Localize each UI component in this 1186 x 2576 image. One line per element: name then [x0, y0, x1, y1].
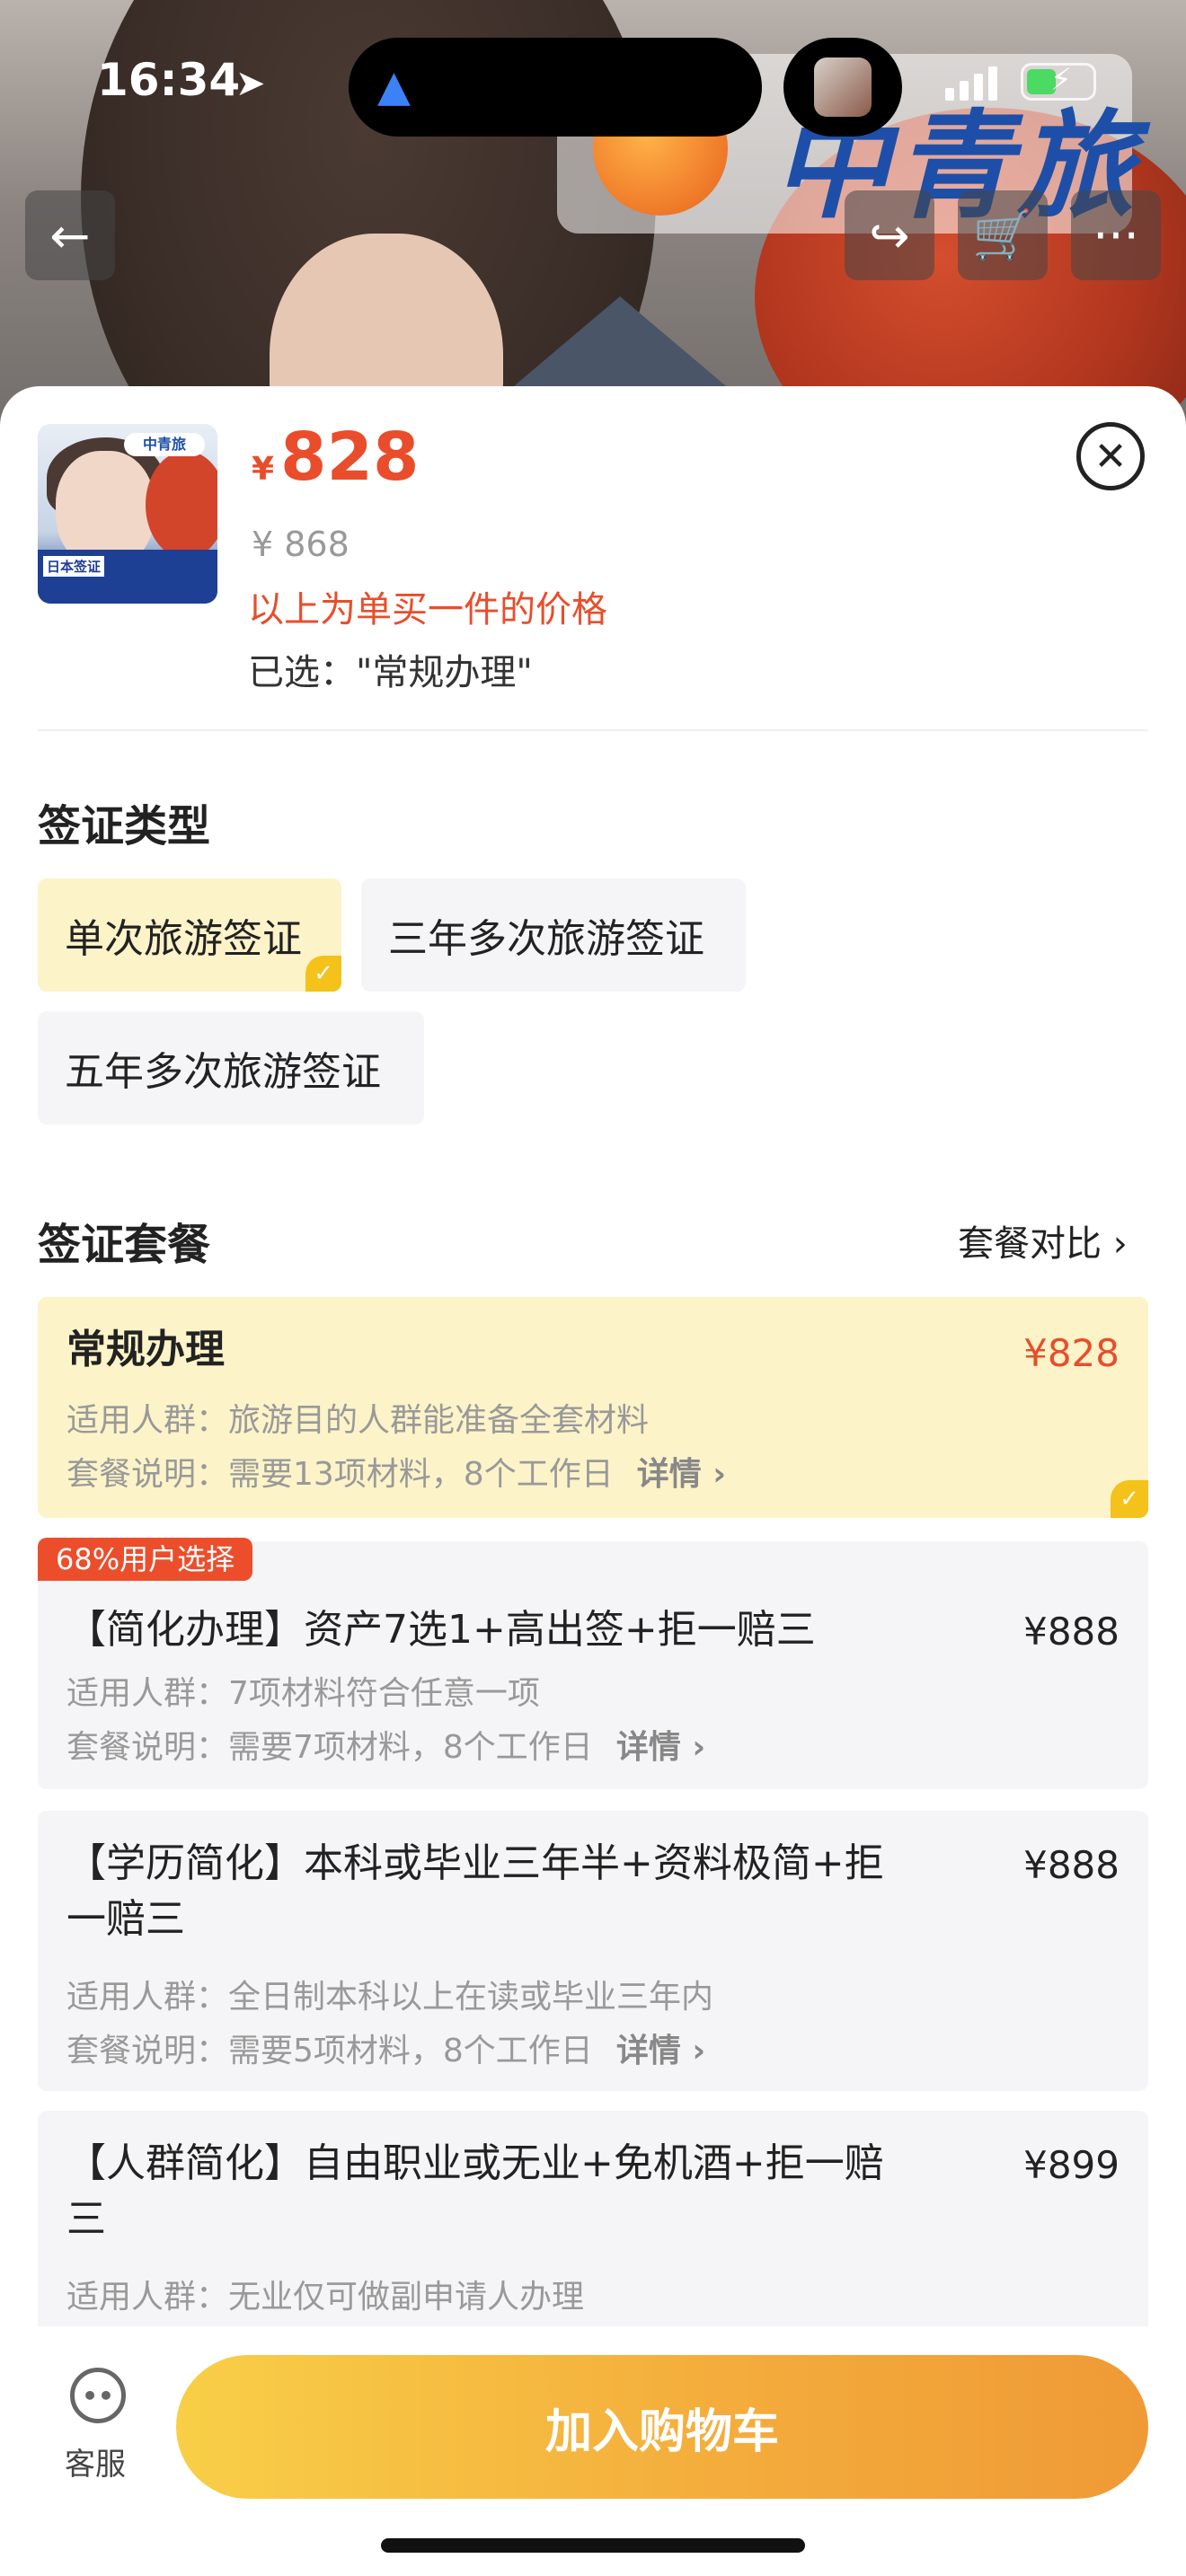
share-button[interactable]: ↪	[845, 190, 934, 280]
more-icon: ···	[1093, 207, 1139, 264]
package-compare-link[interactable]: 套餐对比 ›	[958, 1214, 1128, 1266]
back-arrow-icon: ←	[49, 207, 91, 264]
close-icon: ✕	[1093, 433, 1128, 480]
package-price: ¥828	[1023, 1331, 1120, 1375]
package-audience: 适用人群：旅游目的人群能准备全套材料	[66, 1402, 650, 1439]
package-name: 【人群简化】自由职业或无业+免机酒+拒一赔三	[66, 2140, 884, 2242]
selected-check-icon: ✓	[1111, 1480, 1148, 1518]
visa-type-option-five-year[interactable]: 五年多次旅游签证	[38, 1011, 424, 1125]
cart-button[interactable]: 🛒	[958, 190, 1048, 280]
price-symbol: ¥	[252, 451, 275, 488]
package-name: 【学历简化】本科或毕业三年半+资料极简+拒一赔三	[66, 1840, 884, 1942]
package-detail-link[interactable]: 详情 ›	[637, 1456, 726, 1493]
selected-check-icon: ✓	[305, 956, 341, 992]
add-to-cart-button[interactable]: 加入购物车	[176, 2355, 1148, 2499]
package-name: 【简化办理】资产7选1+高出签+拒一赔三	[66, 1607, 816, 1653]
home-indicator[interactable]	[381, 2538, 805, 2553]
visa-type-title: 签证类型	[38, 801, 211, 851]
package-price: ¥888	[1023, 1843, 1120, 1887]
dynamic-island	[349, 38, 762, 137]
package-price: ¥888	[1023, 1610, 1120, 1654]
hero-mountain	[503, 296, 737, 395]
package-audience: 适用人群：全日制本科以上在读或毕业三年内	[66, 1979, 714, 2016]
visa-type-option-three-year[interactable]: 三年多次旅游签证	[361, 878, 746, 992]
cellular-signal-icon	[945, 65, 997, 101]
product-thumbnail: 中青旅 日本签证	[38, 424, 217, 604]
option-label: 三年多次旅游签证	[388, 916, 704, 962]
package-audience: 适用人群：7项材料符合任意一项	[66, 1675, 540, 1712]
customer-service-label[interactable]: 客服	[65, 2439, 126, 2483]
live-activity-island	[783, 38, 902, 137]
option-label: 单次旅游签证	[65, 916, 302, 962]
package-occupation[interactable]: 【人群简化】自由职业或无业+免机酒+拒一赔三 ¥899 适用人群：无业仅可做副申…	[38, 2111, 1148, 2335]
package-audience: 适用人群：无业仅可做副申请人办理	[66, 2279, 585, 2316]
selected-summary: 已选："常规办理"	[248, 652, 533, 693]
cart-icon: 🛒	[972, 207, 1033, 263]
current-price: 828	[280, 419, 420, 496]
package-desc: 套餐说明：需要13项材料，8个工作日	[66, 1456, 614, 1493]
visa-type-option-single[interactable]: 单次旅游签证 ✓	[38, 878, 341, 992]
thumbnail-logo: 中青旅	[124, 433, 205, 456]
package-education[interactable]: 【学历简化】本科或毕业三年半+资料极简+拒一赔三 ¥888 适用人群：全日制本科…	[38, 1811, 1148, 2091]
close-button[interactable]: ✕	[1076, 422, 1145, 490]
package-title: 签证套餐	[38, 1220, 211, 1270]
customer-service-icon[interactable]: ••	[70, 2368, 126, 2423]
thumbnail-label: 日本签证	[43, 556, 105, 577]
package-regular[interactable]: 常规办理 ¥828 适用人群：旅游目的人群能准备全套材料 套餐说明：需要13项材…	[38, 1297, 1148, 1518]
more-button[interactable]: ···	[1071, 190, 1161, 280]
divider	[38, 729, 1148, 731]
original-price: ¥ 868	[252, 525, 350, 564]
share-icon: ↪	[869, 207, 910, 264]
live-activity-thumbnail	[814, 57, 872, 117]
package-price: ¥899	[1023, 2143, 1120, 2187]
option-label: 五年多次旅游签证	[65, 1049, 381, 1095]
package-name: 常规办理	[66, 1327, 225, 1372]
popular-badge: 68%用户选择	[38, 1538, 253, 1581]
battery-icon: ⚡	[1021, 62, 1096, 101]
package-desc: 套餐说明：需要7项材料，8个工作日	[66, 1729, 593, 1766]
price-note: 以上为单买一件的价格	[248, 589, 607, 631]
package-detail-link[interactable]: 详情 ›	[616, 2033, 705, 2069]
location-arrow-icon: ➤	[235, 63, 266, 104]
package-desc: 套餐说明：需要5项材料，8个工作日	[66, 2033, 593, 2069]
status-time: 16:34	[97, 54, 241, 106]
package-detail-link[interactable]: 详情 ›	[616, 1729, 705, 1766]
back-button[interactable]: ←	[25, 190, 115, 280]
navigation-icon: ▲	[377, 61, 411, 111]
